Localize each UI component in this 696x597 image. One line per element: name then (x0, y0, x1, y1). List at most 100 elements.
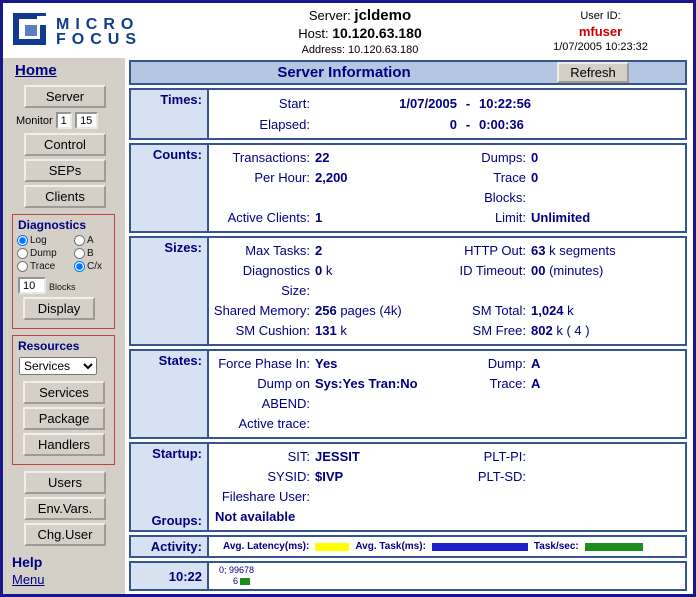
timeline-line1: 0; 99678 (219, 565, 685, 576)
stat-label: SYSID: (213, 467, 315, 487)
stat-value: 1 (315, 208, 451, 228)
diagnostics-title: Diagnostics (18, 218, 112, 232)
stat-value: 63 k segments (531, 241, 681, 261)
counts-section: Counts: Transactions: 22 Dumps: 0 Per Ho… (129, 143, 687, 233)
resources-select[interactable]: Services (19, 357, 97, 375)
stat-label (451, 414, 531, 434)
task-legend-label: Avg. Task(ms): (355, 541, 426, 552)
resources-title: Resources (18, 339, 112, 353)
stat-label (451, 487, 531, 507)
counts-content: Transactions: 22 Dumps: 0 Per Hour: 2,20… (209, 145, 685, 231)
startup-section: Startup: Groups: SIT: JESSIT PLT-PI: SYS… (129, 442, 687, 532)
micro-focus-logo-icon (13, 13, 49, 50)
log-radio[interactable] (17, 235, 28, 246)
timeline-gutter: 10:22 (131, 563, 209, 589)
sizes-content: Max Tasks: 2 HTTP Out: 63 k segments Dia… (209, 238, 685, 344)
a-radio[interactable] (74, 235, 85, 246)
stat-label: Shared Memory: (213, 301, 315, 321)
server-button[interactable]: Server (24, 85, 106, 108)
header-server-info: Server: jcldemo Host: 10.120.63.180 Addr… (198, 7, 522, 56)
groups-gutter-label: Groups: (151, 513, 202, 528)
times-content: Start: 1/07/2005-10:22:56 Elapsed: 0-0:0… (209, 90, 685, 138)
stat-label: Start: (213, 93, 315, 114)
stat-value: 0 (531, 148, 681, 168)
stat-value (315, 414, 451, 434)
stat-value: 00 (minutes) (531, 261, 681, 301)
stat-value: JESSIT (315, 447, 451, 467)
services-button[interactable]: Services (23, 381, 105, 404)
trace-radio[interactable] (17, 261, 28, 272)
stat-label: Active Clients: (213, 208, 315, 228)
stat-value: A (531, 374, 681, 414)
task-bar (432, 543, 528, 551)
stat-value: 0 k (315, 261, 451, 301)
stat-row: Shared Memory: 256 pages (4k) SM Total: … (213, 301, 681, 321)
sizes-gutter: Sizes: (131, 238, 209, 344)
stat-label: Diagnostics Size: (213, 261, 315, 301)
logo-line2: FOCUS (56, 31, 142, 48)
user-id-value: mfuser (522, 24, 679, 39)
blocks-label: Blocks (49, 282, 76, 294)
menu-link[interactable]: Menu (12, 572, 45, 587)
server-value: jcldemo (354, 7, 411, 24)
env-vars-button[interactable]: Env.Vars. (24, 497, 106, 520)
stat-label: PLT-SD: (451, 467, 531, 487)
page-title: Server Information (131, 64, 557, 81)
stat-value: 256 pages (4k) (315, 301, 451, 321)
stat-row: Diagnostics Size: 0 k ID Timeout: 00 (mi… (213, 261, 681, 301)
stat-label: Dump: (451, 354, 531, 374)
cx-radio[interactable] (74, 261, 85, 272)
users-button[interactable]: Users (24, 471, 106, 494)
micro-focus-logo: MICRO FOCUS (13, 13, 198, 50)
tasksec-legend-label: Task/sec: (534, 541, 579, 552)
stat-value: 131 k (315, 321, 451, 341)
monitor-interval-input[interactable] (56, 112, 72, 129)
display-button[interactable]: Display (23, 297, 95, 320)
blocks-input[interactable] (18, 277, 46, 294)
stat-label: Elapsed: (213, 114, 315, 135)
startup-gutter: Startup: Groups: (131, 444, 209, 530)
stat-label: Force Phase In: (213, 354, 315, 374)
stat-label: SIT: (213, 447, 315, 467)
counts-gutter-label: Counts: (153, 147, 202, 162)
stat-value (531, 414, 681, 434)
refresh-button-top[interactable]: Refresh (557, 62, 629, 83)
control-button[interactable]: Control (24, 133, 106, 156)
home-link[interactable]: Home (15, 62, 57, 79)
seps-button[interactable]: SEPs (24, 159, 106, 182)
stat-row: Force Phase In: Yes Dump: A (213, 354, 681, 374)
startup-gutter-label: Startup: (152, 446, 202, 461)
package-button[interactable]: Package (23, 407, 105, 430)
clients-button[interactable]: Clients (24, 185, 106, 208)
stat-label: SM Total: (451, 301, 531, 321)
b-radio-label: B (87, 248, 94, 259)
stat-label: Max Tasks: (213, 241, 315, 261)
stat-value (531, 447, 681, 467)
main-content: Server Information Refresh Times: Start:… (125, 58, 693, 597)
stat-label: SM Free: (451, 321, 531, 341)
timeline-line2: 6 (219, 576, 685, 587)
sizes-gutter-label: Sizes: (164, 240, 202, 255)
dump-radio-label: Dump (30, 248, 57, 259)
diagnostics-radio-grid: Log A Dump B (17, 235, 112, 272)
radio-trace-item: Trace (17, 261, 74, 272)
b-radio[interactable] (74, 248, 85, 259)
stat-label: SM Cushion: (213, 321, 315, 341)
stat-row: Active trace: (213, 414, 681, 434)
trace-radio-label: Trace (30, 261, 55, 272)
dump-radio[interactable] (17, 248, 28, 259)
timeline-time-label: 10:22 (169, 569, 202, 584)
chg-user-button[interactable]: Chg.User (24, 523, 106, 546)
header: MICRO FOCUS Server: jcldemo Host: 10.120… (3, 3, 693, 58)
stat-label: ID Timeout: (451, 261, 531, 301)
stat-row: SYSID: $IVP PLT-SD: (213, 467, 681, 487)
stat-value: 0 (531, 168, 681, 208)
monitor-count-input[interactable] (75, 112, 98, 129)
stat-value: 0-0:00:36 (371, 114, 524, 135)
stat-value: 22 (315, 148, 451, 168)
address-line: Address: 10.120.63.180 (198, 44, 522, 56)
blocks-row: Blocks (18, 277, 112, 294)
handlers-button[interactable]: Handlers (23, 433, 105, 456)
page: MICRO FOCUS Server: jcldemo Host: 10.120… (0, 0, 696, 597)
stat-value: 2,200 (315, 168, 451, 208)
